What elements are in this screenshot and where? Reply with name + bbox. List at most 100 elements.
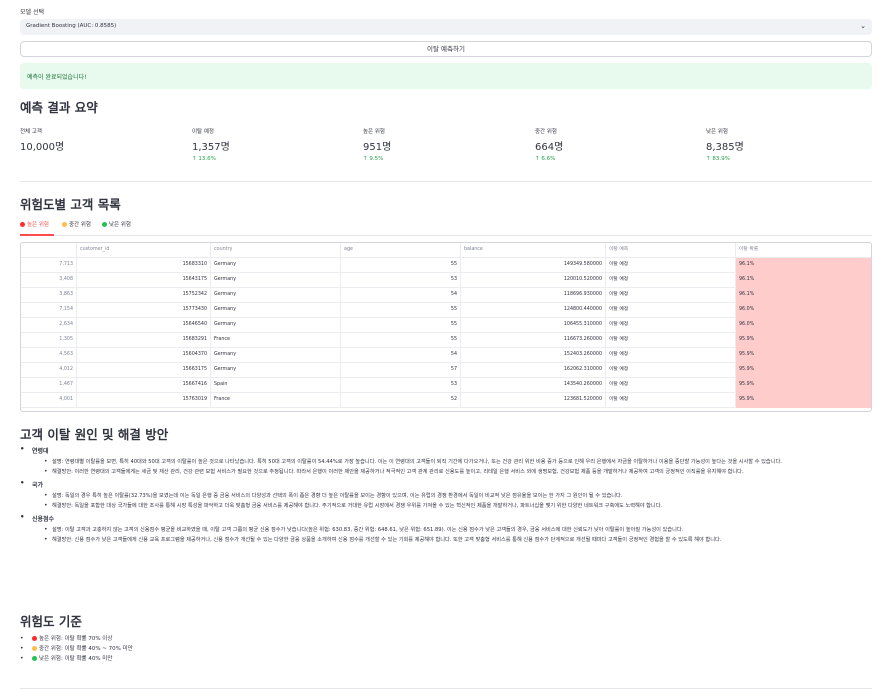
table-cell: 162062.310000 <box>461 363 606 378</box>
table-cell: 96.1% <box>736 273 871 288</box>
chevron-down-icon: ⌄ <box>860 22 866 30</box>
arrow-up-icon: ↑ <box>706 156 711 162</box>
table-row[interactable]: 1,467 15667416 Spain 53 143540.260000 이탈 예정 95… <box>21 378 871 393</box>
cause-item: 설명: 이탈 고객과 고충하지 않는 고객의 신용점수 평균을 비교하였을 때,… <box>20 526 872 535</box>
table-cell: 15773430 <box>77 303 211 318</box>
criteria-text: 중간 위험: 이탈 확률 40% ~ 70% 미만 <box>39 646 133 652</box>
metric-delta: ↑ 83.9% <box>706 156 876 162</box>
table-cell: 이탈 예정 <box>606 303 736 318</box>
table-cell: 이탈 예정 <box>606 393 736 408</box>
table-cell: 149349.580000 <box>461 258 606 273</box>
table-cell: 이탈 예정 <box>606 363 736 378</box>
cause-category: 국가설명: 독일의 경우 특히 높은 이탈률(32.73%)을 보였는데 이는 … <box>20 479 872 510</box>
table-cell: 96.0% <box>736 303 871 318</box>
table-cell: 15646540 <box>77 318 211 333</box>
table-cell: 57 <box>341 363 461 378</box>
table-cell: 15683310 <box>77 258 211 273</box>
table-cell: Germany <box>211 288 341 303</box>
table-row[interactable]: 1,305 15683291 France 55 116673.260000 이탈 예정 9… <box>21 333 871 348</box>
table-cell: 96.1% <box>736 258 871 273</box>
arrow-up-icon: ↑ <box>192 156 197 162</box>
cause-category-title: 연령대 <box>20 445 872 455</box>
success-alert: 예측이 완료되었습니다! <box>20 63 872 89</box>
table-row[interactable]: 3,408 15643175 Germany 53 120010.520000 이탈 예정… <box>21 273 871 288</box>
table-row[interactable]: 3,863 15752342 Germany 54 118696.930000 이탈 예정… <box>21 288 871 303</box>
table-row[interactable]: 7,713 15683310 Germany 55 149349.580000 이탈 예정… <box>21 258 871 273</box>
red-circle-icon <box>20 221 25 227</box>
table-cell: 15683291 <box>77 333 211 348</box>
tab-active-indicator <box>20 234 54 236</box>
cause-category-title: 국가 <box>20 479 872 489</box>
model-select[interactable]: Gradient Boosting (AUC: 0.8585) ⌄ <box>20 19 872 35</box>
table-cell: 15752342 <box>77 288 211 303</box>
table-cell: 124800.440000 <box>461 303 606 318</box>
table-cell: 3,408 <box>21 273 77 288</box>
metric-delta: ↑ 9.5% <box>363 156 533 162</box>
table-cell: 4,001 <box>21 393 77 408</box>
table-cell: 15604370 <box>77 348 211 363</box>
table-row[interactable]: 4,563 15604370 Germany 54 152403.260000 이탈 예정… <box>21 348 871 363</box>
tab-label: 높은 위험 <box>27 222 49 228</box>
table-cell: 15667416 <box>77 378 211 393</box>
metric-label: 높은 위험 <box>363 129 385 135</box>
success-message: 예측이 완료되었습니다! <box>27 74 87 81</box>
table-row[interactable]: 4,012 15663175 Germany 57 162062.310000 이탈 예정… <box>21 363 871 378</box>
criteria-item: 중간 위험: 이탈 확률 40% ~ 70% 미만 <box>20 644 133 654</box>
table-cell: 3,863 <box>21 288 77 303</box>
metric-delta-value: 83.9% <box>712 156 730 162</box>
circle-icon <box>32 645 37 651</box>
summary-title: 예측 결과 요약 <box>20 100 98 115</box>
table-cell: 95.9% <box>736 378 871 393</box>
table-row[interactable]: 7,154 15773430 Germany 55 124800.440000 이탈 예정… <box>21 303 871 318</box>
metric-total: 전체 고객 10,000명 <box>20 127 190 153</box>
table-cell: 54 <box>341 348 461 363</box>
table-cell: 이탈 예정 <box>606 348 736 363</box>
table-row[interactable]: 2,634 15646540 Germany 55 106455.310000 이탈 예정… <box>21 318 871 333</box>
metric-delta-value: 6.6% <box>541 156 556 162</box>
tab-low-risk[interactable]: 낮은 위험 <box>102 220 131 228</box>
table-cell: 95.9% <box>736 333 871 348</box>
table-cell: France <box>211 393 341 408</box>
table-row[interactable]: 4,001 15763019 France 52 123681.520000 이탈 예정 9… <box>21 393 871 408</box>
metric-delta: ↑ 13.6% <box>192 156 362 162</box>
table-cell: 96.0% <box>736 318 871 333</box>
column-header[interactable]: age <box>341 243 461 258</box>
metric-high-risk: 높은 위험 951명 ↑ 9.5% <box>363 127 533 162</box>
table-cell: 55 <box>341 303 461 318</box>
arrow-up-icon: ↑ <box>363 156 368 162</box>
table-cell: 이탈 예정 <box>606 258 736 273</box>
table-cell: Germany <box>211 348 341 363</box>
arrow-up-icon: ↑ <box>535 156 540 162</box>
table-cell: 120010.520000 <box>461 273 606 288</box>
table-cell: 95.9% <box>736 393 871 408</box>
customer-table[interactable]: customer_id country age balance 이탈 예측 이탈… <box>20 242 872 412</box>
divider <box>20 688 872 689</box>
table-cell: 이탈 예정 <box>606 288 736 303</box>
column-header[interactable]: 이탈 확률 <box>736 243 871 258</box>
predict-button[interactable]: 이탈 예측하기 <box>20 41 872 57</box>
metric-delta-value: 9.5% <box>369 156 384 162</box>
tab-underline <box>20 235 872 236</box>
column-header[interactable]: balance <box>461 243 606 258</box>
cause-category: 연령대설명: 연령대별 이탈률을 보면, 특히 40대와 50대 고객의 이탈률… <box>20 445 872 476</box>
column-header[interactable]: country <box>211 243 341 258</box>
table-cell: 7,713 <box>21 258 77 273</box>
cause-item: 설명: 연령대별 이탈률을 보면, 특히 40대와 50대 고객의 이탈률이 높… <box>20 458 872 467</box>
table-cell: 2,634 <box>21 318 77 333</box>
column-header[interactable]: 이탈 예측 <box>606 243 736 258</box>
cause-item: 해결방안: 신용 점수가 낮은 고객들에게 신용 교육 프로그램을 제공하거나,… <box>20 536 872 545</box>
tab-mid-risk[interactable]: 중간 위험 <box>62 220 91 228</box>
table-cell: Germany <box>211 258 341 273</box>
table-cell: 123681.520000 <box>461 393 606 408</box>
metric-value: 1,357명 <box>192 142 230 153</box>
table-cell: 55 <box>341 258 461 273</box>
model-select-value: Gradient Boosting (AUC: 0.8585) <box>26 23 117 29</box>
metric-value: 8,385명 <box>706 142 744 153</box>
tab-high-risk[interactable]: 높은 위험 <box>20 220 49 228</box>
column-header[interactable] <box>21 243 77 258</box>
circle-icon <box>32 635 37 641</box>
metric-value: 10,000명 <box>20 142 65 153</box>
criteria-text: 높은 위험: 이탈 확률 70% 이상 <box>39 636 113 642</box>
metric-churn: 이탈 예정 1,357명 ↑ 13.6% <box>192 127 362 162</box>
column-header[interactable]: customer_id <box>77 243 211 258</box>
